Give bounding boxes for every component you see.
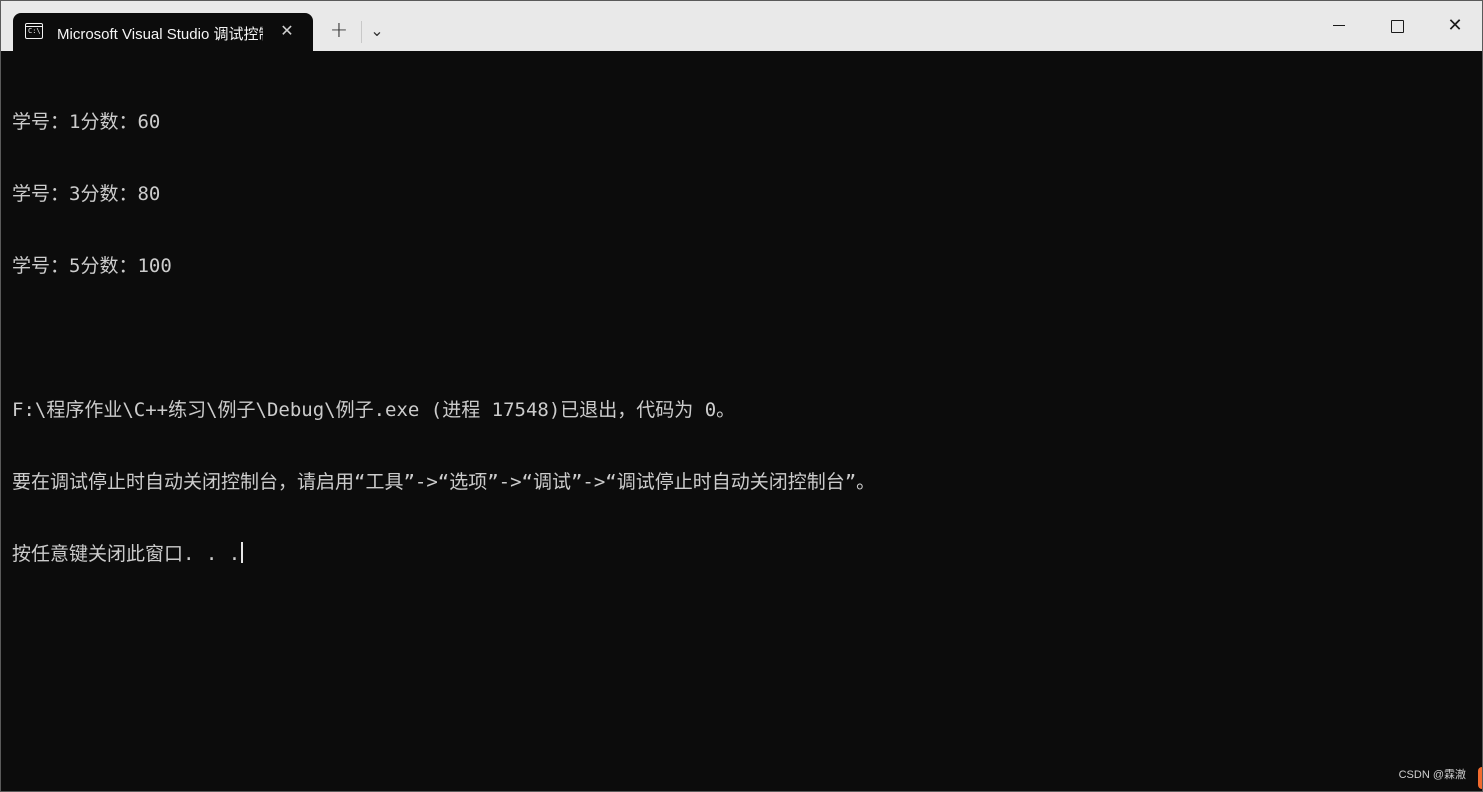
console-prompt-text: 按任意键关闭此窗口. . . xyxy=(12,543,241,565)
maximize-icon xyxy=(1391,20,1404,33)
new-tab-button[interactable]: + xyxy=(323,14,355,48)
tab-debug-console[interactable]: C:\ Microsoft Visual Studio 调试控制台 ✕ xyxy=(13,13,313,51)
close-window-button[interactable]: ✕ xyxy=(1426,1,1482,51)
terminal-window: C:\ Microsoft Visual Studio 调试控制台 ✕ + ⌄ … xyxy=(0,0,1483,792)
console-line-last: 按任意键关闭此窗口. . . xyxy=(12,542,1472,566)
console-icon: C:\ xyxy=(25,23,43,39)
console-icon-text: C:\ xyxy=(28,27,41,35)
minimize-button[interactable] xyxy=(1310,1,1368,51)
chevron-down-icon[interactable]: ⌄ xyxy=(363,14,391,48)
tab-title: Microsoft Visual Studio 调试控制台 xyxy=(57,26,263,43)
minimize-icon xyxy=(1333,25,1345,26)
csdn-badge-icon xyxy=(1478,767,1482,789)
console-line: F:\程序作业\C++练习\例子\Debug\例子.exe (进程 17548)… xyxy=(12,399,736,421)
tab-separator xyxy=(361,21,362,43)
close-tab-icon[interactable]: ✕ xyxy=(277,21,297,41)
console-line: 学号：5分数：100 xyxy=(12,255,172,277)
text-cursor xyxy=(241,542,244,563)
watermark: CSDN @霖澈 xyxy=(1398,769,1466,781)
maximize-button[interactable] xyxy=(1368,1,1426,51)
console-line: 学号：1分数：60 xyxy=(12,111,161,133)
title-bar[interactable]: C:\ Microsoft Visual Studio 调试控制台 ✕ + ⌄ … xyxy=(1,1,1482,51)
console-line: 要在调试停止时自动关闭控制台，请启用“工具”->“选项”->“调试”->“调试停… xyxy=(12,471,876,493)
console-output[interactable]: 学号：1分数：60 学号：3分数：80 学号：5分数：100 F:\程序作业\C… xyxy=(12,62,1472,614)
console-line: 学号：3分数：80 xyxy=(12,183,161,205)
